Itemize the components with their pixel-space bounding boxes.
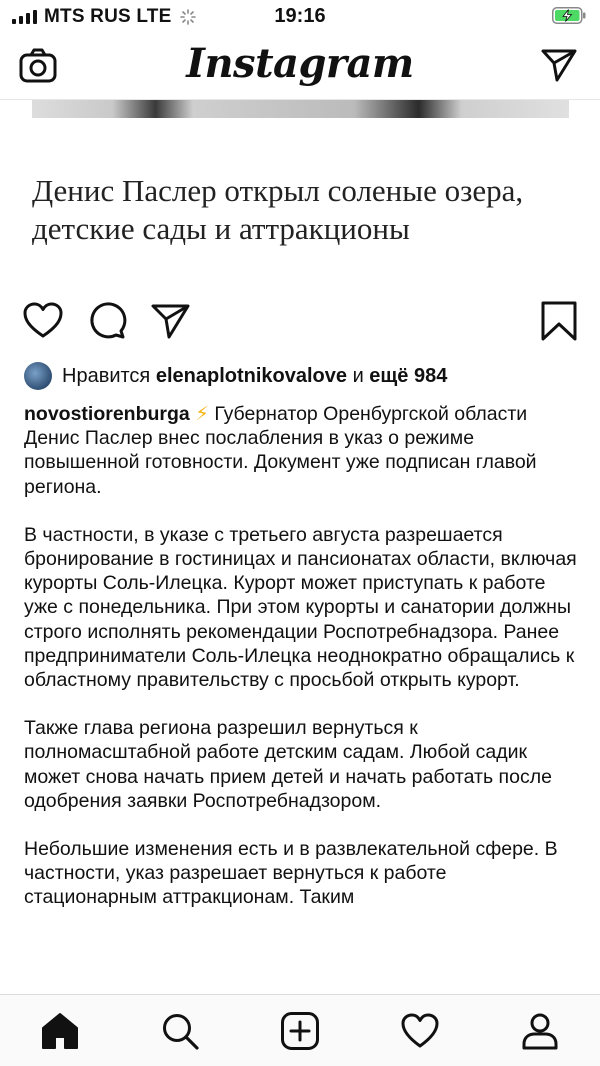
caption-paragraph: Также глава региона разрешил вернуться к… [24,717,552,812]
likes-conjunction: и [352,364,364,387]
search-icon[interactable] [160,1011,200,1051]
post-image[interactable] [32,100,569,118]
comment-icon[interactable] [86,300,128,342]
like-heart-icon[interactable] [22,300,64,342]
post-caption: novostiorenburga ⚡ Губернатор Оренбургск… [24,402,580,934]
caption-username[interactable]: novostiorenburga [24,403,190,425]
post-title-text: Денис Паслер открыл соленые озера, детск… [32,173,524,246]
status-bar: MTS RUS LTE 19:16 [0,0,600,34]
post-action-bar [0,300,600,344]
battery-charging-icon [552,7,586,24]
caption-paragraph: Небольшие изменения есть и в развлекател… [24,838,558,909]
app-header: Instagram [0,34,600,100]
likes-summary[interactable]: Нравится elenaplotnikovalove и ещё 984 [24,362,447,390]
bookmark-icon[interactable] [538,300,580,342]
likes-prefix: Нравится [62,364,151,387]
share-icon[interactable] [150,300,192,342]
new-post-icon[interactable] [280,1011,320,1051]
lightning-emoji: ⚡ [195,403,209,425]
activity-icon[interactable] [400,1011,440,1051]
instagram-logo[interactable]: Instagram [0,40,600,87]
likes-count[interactable]: ещё 984 [369,365,447,388]
caption-paragraph: novostiorenburga ⚡ Губернатор Оренбургск… [24,402,580,499]
direct-send-icon[interactable] [540,46,578,84]
home-icon[interactable] [40,1011,80,1051]
bottom-tab-bar [0,994,600,1066]
clock: 19:16 [274,5,326,27]
liker-username[interactable]: elenaplotnikovalove [156,365,347,388]
liker-avatar[interactable] [24,362,52,390]
caption-paragraph: В частности, в указе с третьего августа … [24,523,577,692]
profile-icon[interactable] [520,1011,560,1051]
